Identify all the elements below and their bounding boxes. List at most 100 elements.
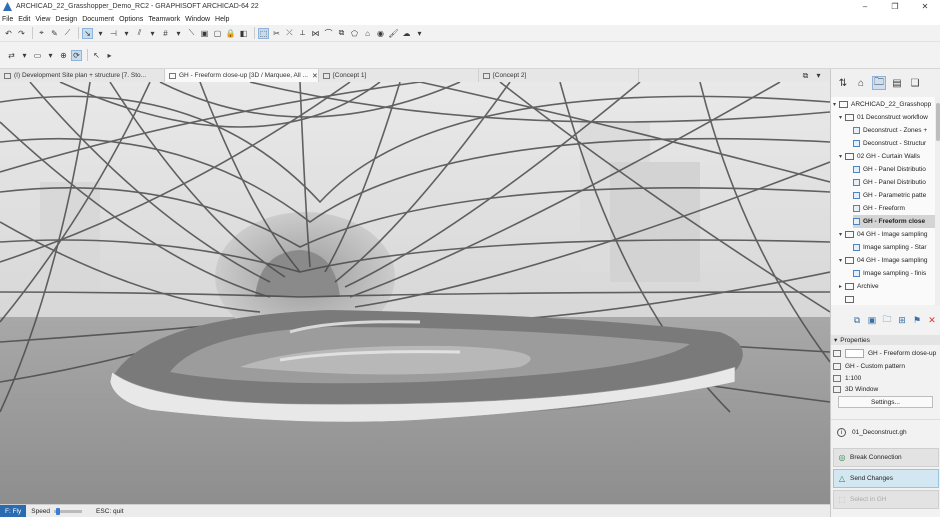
menu-edit[interactable]: Edit — [18, 16, 30, 23]
guide-line-icon[interactable]: ↘ — [82, 27, 93, 39]
speed-slider-thumb[interactable] — [56, 507, 61, 515]
marquee-icon[interactable]: ⬚ — [258, 27, 269, 39]
3d-viewport[interactable] — [0, 82, 830, 504]
menu-document[interactable]: Document — [82, 16, 114, 23]
settings-button[interactable]: Settings... — [838, 396, 933, 408]
camera-icon[interactable]: ▭ — [32, 50, 43, 61]
tree-view-item[interactable]: Image sampling - Star — [853, 241, 927, 254]
menu-design[interactable]: Design — [55, 16, 77, 23]
close-button[interactable]: ✕ — [910, 0, 940, 13]
split-icon[interactable]: ⤫ — [284, 28, 295, 39]
eyedropper-icon[interactable]: ⟋ — [62, 28, 73, 39]
snap-guide-icon[interactable]: ⊣ — [108, 28, 119, 39]
offset-icon[interactable]: ⧉ — [336, 28, 347, 39]
dropdown-arrow-icon[interactable]: ▾ — [19, 50, 30, 61]
delete-icon[interactable]: ✕ — [926, 314, 938, 326]
trim-icon[interactable]: ✂ — [271, 28, 282, 39]
dropdown-arrow-icon[interactable]: ▾ — [414, 28, 425, 39]
paint-icon[interactable]: 🖌 — [388, 28, 399, 39]
tree-view-item[interactable]: GH - Parametric patte — [853, 189, 926, 202]
dropdown-arrow-icon[interactable]: ▾ — [173, 28, 184, 39]
maximize-button[interactable]: ❐ — [880, 0, 910, 13]
redo-icon[interactable]: ↷ — [16, 28, 27, 39]
tree-folder[interactable]: ▾ 01 Deconstruct workflow — [839, 111, 928, 124]
view-map-icon[interactable]: 🗀 — [872, 76, 886, 90]
menu-options[interactable]: Options — [119, 16, 143, 23]
tree-folder[interactable]: ▾ 04 GH - Image sampling — [839, 228, 927, 241]
undo-icon[interactable]: ↶ — [3, 28, 14, 39]
tree-view-item[interactable]: GH - Freeform — [853, 202, 905, 215]
tree-folder-partial[interactable] — [839, 293, 857, 305]
menu-help[interactable]: Help — [215, 16, 229, 23]
intersect-icon[interactable]: ⋈ — [310, 28, 321, 39]
tab-concept-1[interactable]: [Concept 1] — [319, 69, 479, 82]
eye-icon[interactable]: ◉ — [375, 28, 386, 39]
tab-list-icon[interactable]: ⧉ — [800, 70, 811, 81]
send-changes-button[interactable]: △ Send Changes — [833, 469, 939, 488]
polygon-icon[interactable]: ⬠ — [349, 28, 360, 39]
view-id-field[interactable] — [845, 349, 864, 358]
minimize-button[interactable]: – — [850, 0, 880, 13]
dropdown-arrow-icon[interactable]: ▾ — [121, 28, 132, 39]
tab-close-icon[interactable]: ✕ — [312, 72, 318, 80]
menu-view[interactable]: View — [35, 16, 50, 23]
new-view-icon[interactable]: ⧉ — [851, 314, 863, 326]
select-in-gh-button[interactable]: ⬚ Select in GH — [833, 490, 939, 509]
house-icon[interactable]: ⌂ — [362, 28, 373, 39]
tree-view-item[interactable]: Deconstruct - Zones + — [853, 124, 927, 137]
clone-folder-icon[interactable]: ⊞ — [896, 314, 908, 326]
property-scale[interactable]: 1:100 — [831, 373, 940, 384]
tree-view-item[interactable]: GH - Panel Distributio — [853, 163, 926, 176]
tab-site-plan[interactable]: (I) Development Site plan + structure [7… — [0, 69, 165, 82]
dropdown-arrow-icon[interactable]: ▸ — [104, 50, 115, 61]
dropdown-arrow-icon[interactable]: ▾ — [45, 50, 56, 61]
orbit-mode-icon[interactable]: ⇄ — [6, 50, 17, 61]
tree-view-item[interactable]: Image sampling - finis — [853, 267, 926, 280]
navigator-options-icon[interactable]: ⇅ — [836, 76, 850, 90]
break-connection-button[interactable]: ◎ Break Connection — [833, 448, 939, 467]
lock-icon[interactable]: 🔒 — [225, 28, 236, 39]
layout-book-icon[interactable]: ▤ — [890, 76, 904, 90]
align-icon[interactable]: ⫽ — [134, 28, 145, 39]
dropdown-arrow-icon[interactable]: ▾ — [147, 28, 158, 39]
zoom-icon[interactable]: ⊕ — [58, 50, 69, 61]
save-view-icon[interactable]: ▣ — [866, 314, 878, 326]
tab-concept-2[interactable]: [Concept 2] — [479, 69, 639, 82]
pick-up-icon[interactable]: ⌖ — [36, 28, 47, 39]
collapse-icon[interactable]: ▾ — [834, 336, 837, 344]
fillet-icon[interactable]: ⌒ — [323, 28, 334, 39]
tree-folder[interactable]: ▾ 02 GH - Curtain Walls — [839, 150, 920, 163]
group-icon[interactable]: ▣ — [199, 28, 210, 39]
layers-icon[interactable]: ◧ — [238, 28, 249, 39]
view-settings-icon[interactable]: ⚑ — [911, 314, 923, 326]
dropdown-arrow-icon[interactable]: ▾ — [813, 70, 824, 81]
menu-file[interactable]: File — [2, 16, 13, 23]
grid-snap-icon[interactable]: # — [160, 28, 171, 39]
adjust-icon[interactable]: ⟂ — [297, 28, 308, 39]
tree-view-item[interactable]: GH - Panel Distributio — [853, 176, 926, 189]
suspend-groups-icon[interactable]: ▢ — [212, 28, 223, 39]
tree-view-item-selected[interactable]: GH - Freeform close — [853, 215, 935, 228]
tree-folder[interactable]: ▸ Archive — [839, 280, 879, 293]
dropdown-arrow-icon[interactable]: ▾ — [95, 28, 106, 39]
speed-slider[interactable] — [54, 507, 83, 515]
publisher-icon[interactable]: ❏ — [908, 76, 922, 90]
property-pattern[interactable]: GH - Custom pattern — [831, 361, 940, 372]
property-window[interactable]: 3D Window — [831, 384, 940, 395]
tab-freeform-closeup[interactable]: GH - Freeform close-up [3D / Marquee, Al… — [165, 69, 319, 82]
cloud-icon[interactable]: ☁ — [401, 28, 412, 39]
menu-window[interactable]: Window — [185, 16, 210, 23]
line-tool-icon[interactable]: ⟍ — [186, 28, 197, 39]
inject-icon[interactable]: ✎ — [49, 28, 60, 39]
properties-header[interactable]: ▾ Properties — [831, 335, 940, 345]
tree-root[interactable]: ▾ ARCHICAD_22_Grasshopp — [833, 98, 931, 111]
pointer-icon[interactable]: ↖ — [91, 50, 102, 61]
tree-folder[interactable]: ▾ 04 GH - Image sampling — [839, 254, 927, 267]
menu-teamwork[interactable]: Teamwork — [148, 16, 180, 23]
project-map-icon[interactable]: ⌂ — [854, 76, 868, 90]
tree-scrollbar[interactable] — [935, 97, 940, 305]
scrollbar-thumb[interactable] — [936, 103, 940, 141]
rotate-view-icon[interactable]: ⟳ — [71, 49, 82, 61]
new-folder-icon[interactable]: 🗀 — [881, 314, 893, 326]
tree-view-item[interactable]: Deconstruct - Structur — [853, 137, 926, 150]
